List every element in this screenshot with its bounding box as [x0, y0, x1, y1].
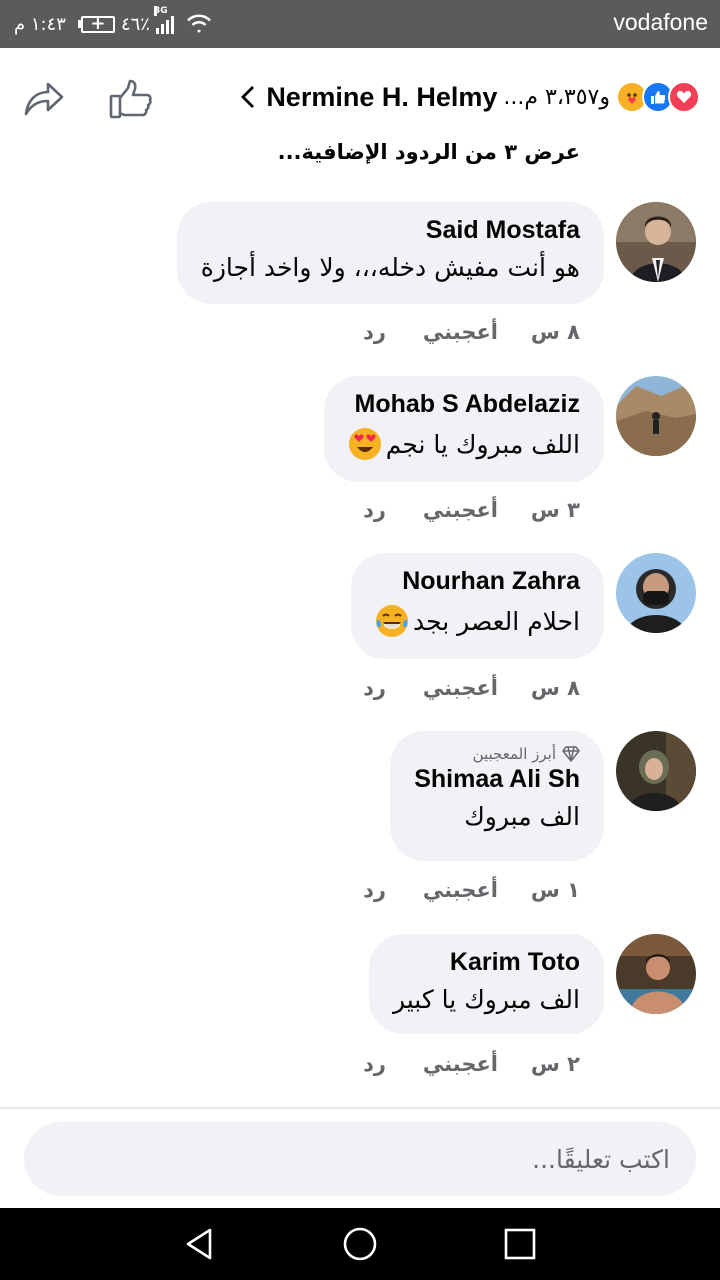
comment-actions: ٢ س أعجبني رد — [363, 1052, 580, 1076]
home-nav-icon[interactable] — [340, 1224, 380, 1264]
love-reaction-icon — [668, 81, 700, 113]
comment-bubble[interactable]: Mohab S Abdelaziz اللف مبروك يا نجم — [323, 376, 604, 482]
comment-actions: ١ س أعجبني رد — [363, 878, 580, 902]
wifi-icon — [187, 14, 211, 33]
comment-time: ٨ س — [530, 676, 580, 700]
status-bar: ١:٤٣ م ٤٦٪ 3G vodafone — [0, 0, 720, 48]
comment-text: اللف مبروك يا نجم — [385, 429, 580, 459]
comment-actions: ٣ س أعجبني رد — [363, 498, 580, 522]
avatar[interactable] — [616, 376, 696, 456]
like-link[interactable]: أعجبني — [386, 1052, 498, 1076]
recents-nav-icon[interactable] — [500, 1224, 540, 1264]
reply-link[interactable]: رد — [363, 878, 386, 902]
signal-icon: 3G — [153, 6, 176, 34]
comment-time: ٢ س — [530, 1052, 580, 1076]
battery-percent: ٤٦٪ — [120, 13, 150, 35]
status-indicators: ١:٤٣ م ٤٦٪ 3G — [14, 6, 212, 39]
post-author-name[interactable]: Nermine H. Helmy — [266, 82, 497, 113]
comment-bubble[interactable]: Nourhan Zahra احلام العصر بجد — [350, 553, 604, 659]
status-time: ١:٤٣ م — [14, 13, 66, 35]
reply-link[interactable]: رد — [363, 320, 386, 344]
carrier-name: vodafone — [613, 9, 708, 35]
reaction-icons[interactable] — [616, 81, 700, 113]
comment-time: ٣ س — [530, 498, 580, 522]
comment-text: الف مبروك يا كبير — [392, 985, 580, 1014]
comment-text: الف مبروك — [464, 802, 580, 831]
top-fan-badge: أبرز المعجبين — [414, 745, 580, 763]
comment-bubble[interactable]: Karim Toto الف مبروك يا كبير — [368, 934, 604, 1034]
like-link[interactable]: أعجبني — [386, 320, 498, 344]
comment-time: ١ س — [530, 878, 580, 902]
comment-actions: ٨ س أعجبني رد — [363, 320, 580, 344]
avatar[interactable] — [616, 934, 696, 1014]
avatar[interactable] — [616, 202, 696, 282]
diamond-icon — [562, 746, 580, 762]
badge-label: أبرز المعجبين — [472, 745, 556, 763]
chevron-left-icon[interactable] — [238, 84, 258, 110]
network-type: 3G — [153, 6, 168, 16]
reply-link[interactable]: رد — [363, 676, 386, 700]
heart-eyes-emoji-icon — [348, 428, 381, 460]
avatar[interactable] — [616, 731, 696, 811]
view-more-replies-link[interactable]: عرض ٣ من الردود الإضافية... — [278, 140, 580, 164]
comment-bubble[interactable]: أبرز المعجبين Shimaa Ali Sh الف مبروك — [390, 731, 604, 861]
post-header: Nermine H. Helmy و٣،٣٥٧ م... — [0, 48, 720, 148]
comment-text: هو أنت مفيش دخله،،، ولا واخد أجازة — [200, 253, 580, 282]
reaction-count[interactable]: و٣،٣٥٧ م... — [503, 85, 610, 110]
reply-link[interactable]: رد — [363, 1052, 386, 1076]
like-link[interactable]: أعجبني — [386, 878, 498, 902]
commenter-name[interactable]: Karim Toto — [393, 948, 580, 977]
like-link[interactable]: أعجبني — [386, 676, 498, 700]
back-nav-icon[interactable] — [180, 1224, 220, 1264]
battery-icon — [77, 13, 115, 34]
commenter-name[interactable]: Said Mostafa — [201, 216, 580, 245]
comment-bubble[interactable]: Said Mostafa هو أنت مفيش دخله،،، ولا واخ… — [176, 202, 604, 304]
system-nav-bar — [0, 1208, 720, 1280]
commenter-name[interactable]: Shimaa Ali Sh — [414, 765, 580, 794]
comment-input[interactable] — [24, 1122, 696, 1196]
comment-text: احلام العصر بجد — [412, 606, 580, 636]
header-title[interactable]: Nermine H. Helmy و٣،٣٥٧ م... — [238, 74, 700, 120]
comment-actions: ٨ س أعجبني رد — [363, 676, 580, 700]
avatar[interactable] — [616, 553, 696, 633]
share-icon[interactable] — [22, 78, 66, 118]
commenter-name[interactable]: Nourhan Zahra — [375, 567, 580, 596]
tears-of-joy-emoji-icon — [375, 605, 408, 637]
like-icon[interactable] — [108, 78, 154, 120]
divider — [0, 1107, 720, 1109]
like-link[interactable]: أعجبني — [386, 498, 498, 522]
commenter-name[interactable]: Mohab S Abdelaziz — [348, 390, 580, 419]
reply-link[interactable]: رد — [363, 498, 386, 522]
comment-time: ٨ س — [530, 320, 580, 344]
